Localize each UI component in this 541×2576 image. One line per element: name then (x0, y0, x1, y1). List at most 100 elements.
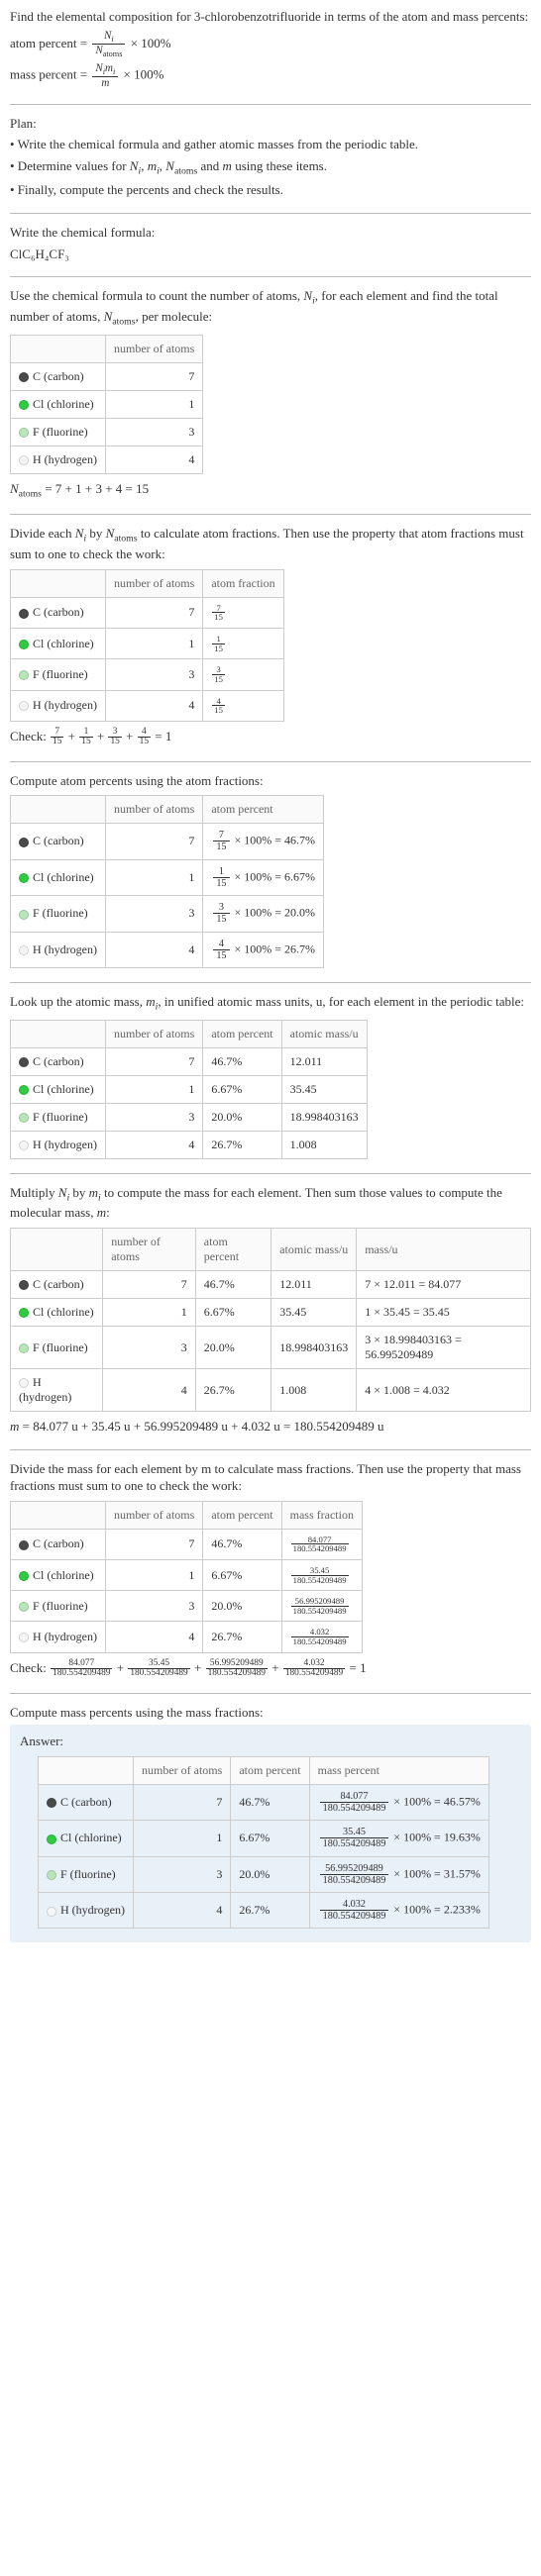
count-a: Use the chemical formula to count the nu… (10, 288, 303, 303)
den: 180.554209489 (206, 1669, 268, 1678)
den: 180.554209489 (283, 1669, 345, 1678)
divider (10, 1173, 531, 1174)
cell: 7 (105, 597, 202, 628)
swatch-icon (19, 670, 29, 680)
th: atom percent (203, 1501, 281, 1529)
cell: 20.0% (195, 1327, 270, 1369)
swatch-icon (19, 838, 29, 847)
cell: 6.67% (203, 1559, 281, 1590)
table-row: Cl (chlorine)1 (11, 390, 203, 418)
cell: 26.7% (203, 1131, 281, 1158)
cell: 3 (105, 418, 202, 446)
eq: × 100% = (390, 1831, 444, 1844)
eq: × 100% = (390, 1903, 444, 1917)
cell: 18.998403163 (281, 1103, 367, 1131)
el-label: C (carbon) (33, 1054, 84, 1068)
el-label: Cl (chlorine) (33, 397, 94, 411)
cell: 3 × 18.998403163 = 56.995209489 (357, 1327, 531, 1369)
count-text: Use the chemical formula to count the nu… (10, 287, 531, 329)
num: 7 (213, 830, 229, 842)
den: 180.554209489 (51, 1669, 112, 1678)
atom-percent-lhs: atom percent = (10, 35, 87, 50)
mass-lookup-table: number of atomsatom percentatomic mass/u… (10, 1020, 368, 1159)
th: number of atoms (105, 1020, 202, 1047)
massfrac-check: Check: 84.077180.554209489 + 35.45180.55… (10, 1659, 531, 1679)
divider (10, 1693, 531, 1694)
cell: 7 (105, 1047, 202, 1075)
intro-line1: Find the elemental composition for 3-chl… (10, 8, 531, 26)
el-label: H (hydrogen) (33, 1630, 97, 1643)
th: atom percent (231, 1756, 309, 1784)
plan-b2a: • Determine values for (10, 158, 130, 173)
mass-lookup-text: Look up the atomic mass, mi, in unified … (10, 993, 531, 1014)
swatch-icon (19, 372, 29, 382)
el-label: Cl (chlorine) (33, 1568, 94, 1582)
divider (10, 982, 531, 983)
el-label: Cl (chlorine) (33, 870, 94, 884)
cell: 3 (103, 1327, 196, 1369)
swatch-icon (19, 1140, 29, 1150)
num: 56.995209489 (320, 1863, 389, 1875)
mass-percent-fraction: Nimi m (92, 62, 118, 89)
table-row: F (fluorine)320.0%56.995209489180.554209… (39, 1856, 489, 1892)
molecular-mass-total: m = 84.077 u + 35.45 u + 56.995209489 u … (10, 1418, 531, 1436)
atompct-text: Compute atom percents using the atom fra… (10, 772, 531, 790)
masspct-text: Compute mass percents using the mass fra… (10, 1704, 531, 1722)
cell: 7 (105, 362, 202, 390)
el-label: Cl (chlorine) (33, 1082, 94, 1096)
table-row: F (fluorine)320.0%18.9984031633 × 18.998… (11, 1327, 531, 1369)
table-row: C (carbon)7 (11, 362, 203, 390)
cell: 4 (105, 446, 202, 473)
plan-b3: • Finally, compute the percents and chec… (10, 181, 531, 199)
el-label: F (fluorine) (33, 1340, 88, 1354)
num: 35.45 (320, 1827, 389, 1838)
el-label: H (hydrogen) (33, 698, 97, 712)
plan-heading: Plan: (10, 115, 531, 133)
swatch-icon (19, 1540, 29, 1550)
den: 180.554209489 (291, 1576, 349, 1585)
el-label: F (fluorine) (60, 1867, 116, 1881)
swatch-icon (19, 1378, 29, 1388)
el-label: C (carbon) (33, 834, 84, 847)
cell: 715 × 100% = 46.7% (203, 824, 324, 859)
den: 180.554209489 (320, 1803, 389, 1814)
num: 4 (213, 939, 229, 950)
eq: × 100% = (232, 941, 285, 955)
eq: × 100% = (390, 1794, 444, 1808)
cell: 4 (103, 1369, 196, 1412)
pct: 26.7% (284, 941, 315, 955)
cell: 56.995209489180.554209489 (281, 1591, 362, 1622)
cell: 1 (105, 1559, 202, 1590)
swatch-icon (19, 400, 29, 410)
swatch-icon (19, 1571, 29, 1581)
cell: 715 (203, 597, 283, 628)
cell: 3 (105, 896, 202, 932)
el-label: C (carbon) (60, 1795, 112, 1809)
swatch-icon (19, 701, 29, 711)
table-row: C (carbon)746.7%12.011 (11, 1047, 368, 1075)
el-label: Cl (chlorine) (33, 1305, 94, 1319)
plan-b2: • Determine values for Ni, mi, Natoms an… (10, 157, 531, 178)
cell: 3 (133, 1856, 230, 1892)
cell: 46.7% (203, 1529, 281, 1559)
cell: 1 (103, 1299, 196, 1327)
answer-block: Answer: number of atomsatom percentmass … (10, 1725, 531, 1942)
th: atom fraction (203, 569, 283, 597)
cell: 115 (203, 628, 283, 658)
cell: 415 × 100% = 26.7% (203, 932, 324, 967)
swatch-icon (19, 1113, 29, 1123)
el-label: Cl (chlorine) (33, 637, 94, 650)
divider (10, 276, 531, 277)
cell: 4.032180.554209489 (281, 1622, 362, 1652)
cell: 6.67% (195, 1299, 270, 1327)
den: 180.554209489 (291, 1544, 349, 1553)
num: 1 (213, 866, 229, 878)
cell: 1 (105, 859, 202, 895)
swatch-icon (19, 1085, 29, 1095)
den: 15 (213, 914, 229, 925)
mass-lookup-section: Look up the atomic mass, mi, in unified … (10, 993, 531, 1159)
el-label: F (fluorine) (33, 906, 88, 920)
cell: 1 × 35.45 = 35.45 (357, 1299, 531, 1327)
table-row: H (hydrogen)4415 (11, 690, 284, 721)
check-label: Check: (10, 1660, 50, 1675)
